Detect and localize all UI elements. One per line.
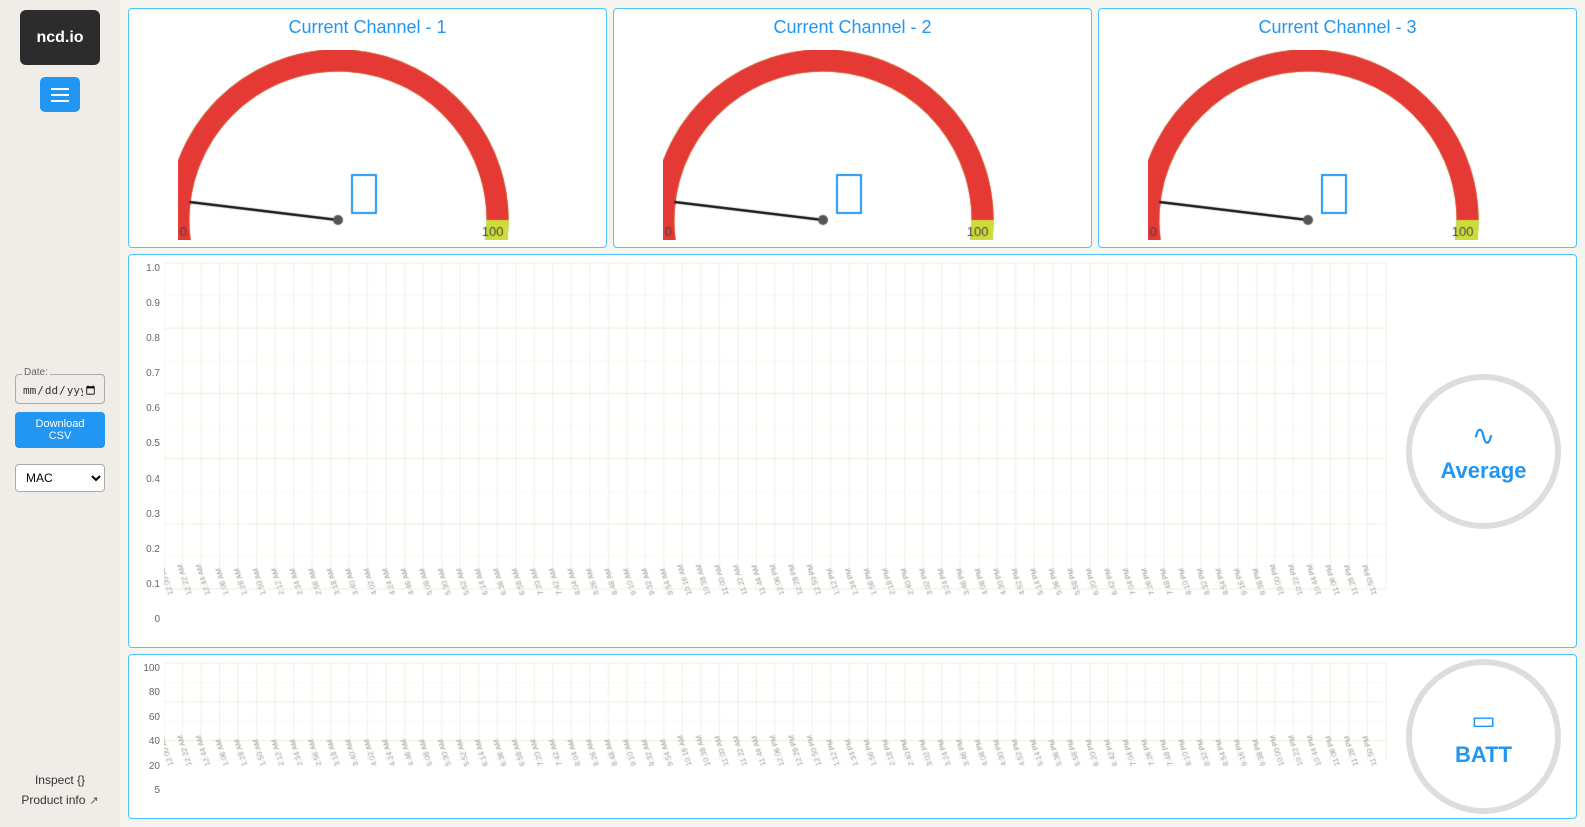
product-label: Product info bbox=[21, 793, 85, 807]
gauge-canvas-1 bbox=[129, 42, 606, 247]
gauge-3-canvas bbox=[1148, 50, 1528, 240]
main-content: Current Channel - 1 Current Channel - 2 … bbox=[120, 0, 1585, 827]
gauge-card-1: Current Channel - 1 bbox=[128, 8, 607, 248]
download-csv-button[interactable]: Download CSV bbox=[15, 412, 105, 448]
gauge-card-2: Current Channel - 2 bbox=[613, 8, 1092, 248]
gauge-canvas-3 bbox=[1099, 42, 1576, 247]
date-control: Date: bbox=[15, 374, 105, 404]
date-label: Date: bbox=[22, 367, 50, 378]
inspect-label: Inspect {} bbox=[35, 773, 85, 787]
average-widget: ∿ Average bbox=[1391, 255, 1576, 647]
logo-text: ncd.io bbox=[36, 29, 83, 47]
chart-bottom-canvas bbox=[164, 655, 1391, 818]
mac-control: MAC bbox=[15, 464, 105, 492]
logo: ncd.io bbox=[20, 10, 100, 65]
chart-bottom: 100806040205 ▭ BATT bbox=[128, 654, 1577, 819]
average-label: Average bbox=[1440, 458, 1526, 484]
y-axis-bottom: 100806040205 bbox=[129, 655, 164, 818]
sidebar: ncd.io Date: Download CSV MAC Inspect {}… bbox=[0, 0, 120, 827]
sidebar-bottom: Inspect {} Product info ↗ bbox=[0, 773, 120, 817]
gauge-2-canvas bbox=[663, 50, 1043, 240]
gauge-title-3: Current Channel - 3 bbox=[1258, 9, 1416, 42]
chart-middle-canvas bbox=[164, 255, 1391, 647]
gauge-card-3: Current Channel - 3 bbox=[1098, 8, 1577, 248]
gauge-title-2: Current Channel - 2 bbox=[773, 9, 931, 42]
product-info-link[interactable]: Product info ↗ bbox=[21, 793, 98, 807]
gauge-canvas-2 bbox=[614, 42, 1091, 247]
batt-circle: ▭ BATT bbox=[1406, 659, 1561, 814]
average-circle: ∿ Average bbox=[1406, 374, 1561, 529]
hamburger-icon bbox=[51, 88, 69, 102]
batt-widget: ▭ BATT bbox=[1391, 655, 1576, 818]
gauge-title-1: Current Channel - 1 bbox=[288, 9, 446, 42]
chart-middle: 1.00.90.80.70.60.50.40.30.20.10 ∿ Averag… bbox=[128, 254, 1577, 648]
battery-icon: ▭ bbox=[1471, 705, 1496, 736]
mac-select[interactable]: MAC bbox=[15, 464, 105, 492]
external-link-icon: ↗ bbox=[89, 794, 98, 807]
batt-label: BATT bbox=[1455, 742, 1512, 768]
menu-button[interactable] bbox=[40, 77, 80, 112]
gauge-row: Current Channel - 1 Current Channel - 2 … bbox=[128, 8, 1577, 248]
date-input[interactable] bbox=[22, 379, 98, 398]
inspect-link[interactable]: Inspect {} bbox=[35, 773, 85, 787]
gauge-1-canvas bbox=[178, 50, 558, 240]
y-axis-middle: 1.00.90.80.70.60.50.40.30.20.10 bbox=[129, 255, 164, 647]
wave-icon: ∿ bbox=[1472, 419, 1495, 452]
